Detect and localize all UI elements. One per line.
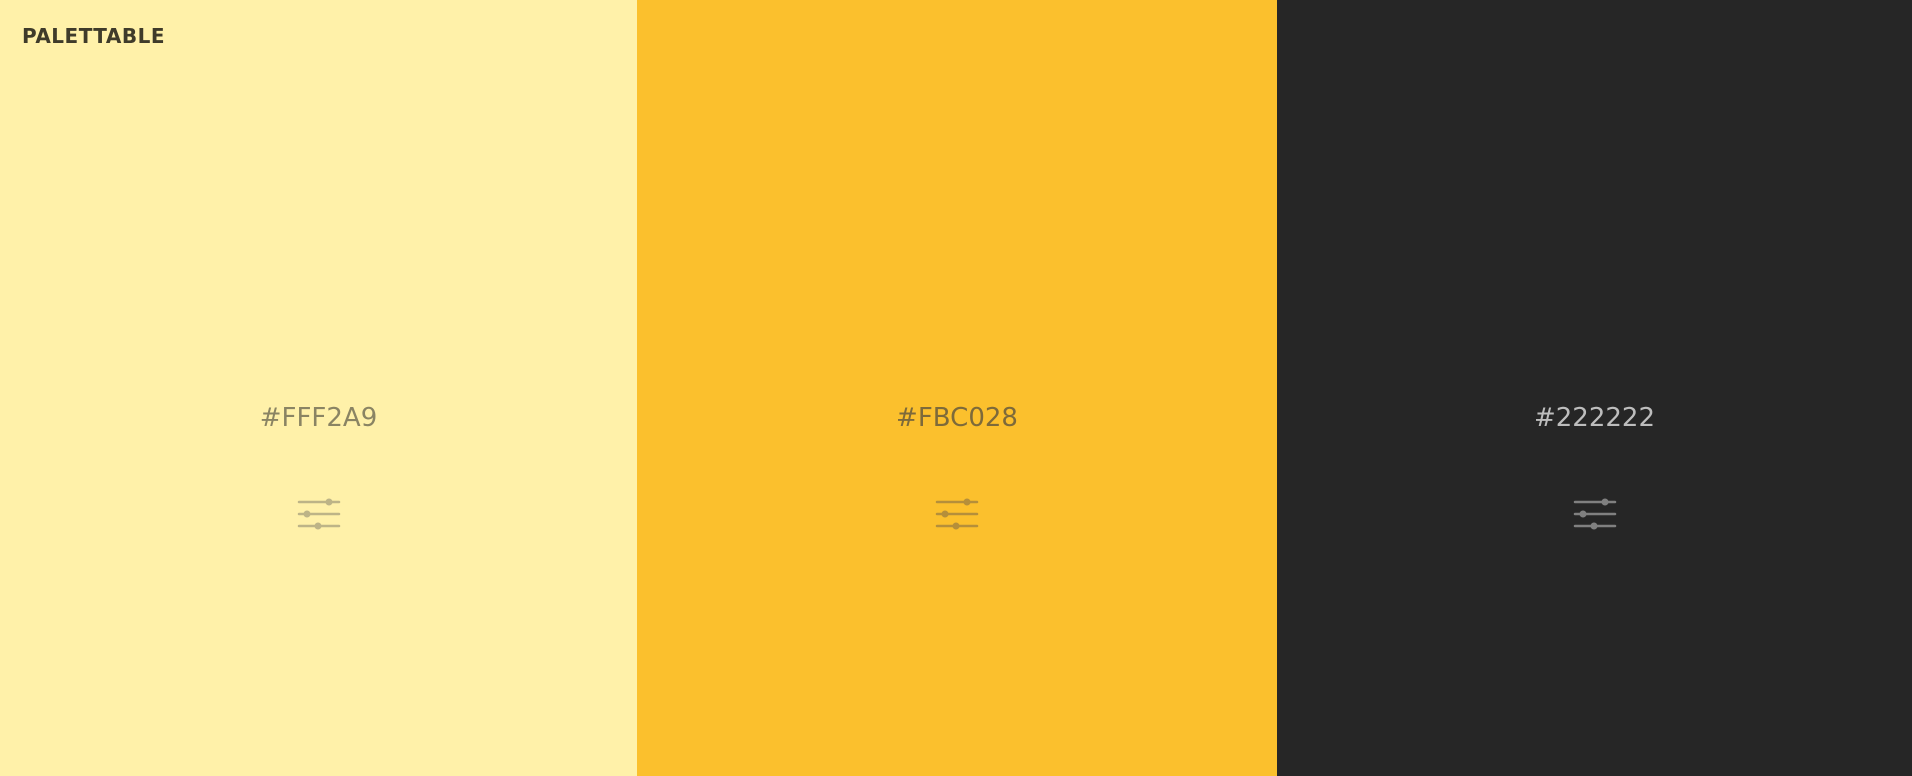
sliders-icon <box>935 498 979 530</box>
adjust-swatch-button[interactable] <box>297 496 341 532</box>
adjust-swatch-button[interactable] <box>935 496 979 532</box>
sliders-icon <box>1573 498 1616 530</box>
color-swatch-1[interactable]: #FFF2A9 <box>0 0 637 776</box>
color-swatch-2[interactable]: #FBC028 <box>637 0 1277 776</box>
app-logo[interactable]: PALETTABLE <box>22 24 165 48</box>
swatch-hex-code[interactable]: #FFF2A9 <box>0 400 637 436</box>
palette-app: PALETTABLE #FFF2A9 #FBC028 #222222 <box>0 0 1912 776</box>
adjust-swatch-button[interactable] <box>1573 496 1617 532</box>
color-swatch-3[interactable]: #222222 <box>1277 0 1912 776</box>
swatch-hex-code[interactable]: #FBC028 <box>637 400 1277 436</box>
sliders-icon <box>297 498 340 530</box>
swatch-hex-code[interactable]: #222222 <box>1277 400 1912 436</box>
